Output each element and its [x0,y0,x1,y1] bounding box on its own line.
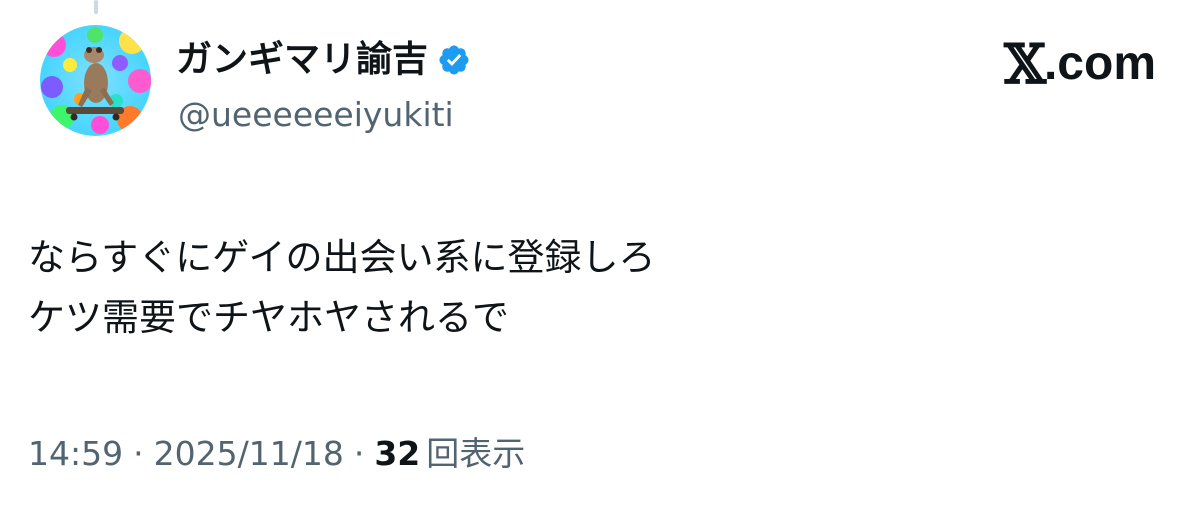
meta-separator: · [133,434,144,473]
view-count-label[interactable]: 回表示 [426,432,525,476]
meta-separator: · [353,434,365,473]
author-handle[interactable]: @ueeeeeeiyukiti [178,95,454,135]
tweet-text-line: ケツ需要でチヤホヤされるで [28,296,509,339]
tweet-date[interactable]: 2025/11/18 [154,432,344,476]
tweet-meta: 14:59 · 2025/11/18 · 32 回表示 [28,432,525,476]
view-count[interactable]: 32 [374,432,420,476]
tweet-text: ならすぐにゲイの出会い系に登録しろ ケツ需要でチヤホヤされるで [28,228,1168,348]
thread-connector-line [94,0,98,14]
tweet-text-line: ならすぐにゲイの出会い系に登録しろ [28,236,656,279]
avatar[interactable] [40,25,151,136]
x-com-logo: 𝕏 .com [1004,32,1156,96]
tweet-time[interactable]: 14:59 [28,432,123,476]
author-display-name-row[interactable]: ガンギマリ諭吉 [176,38,471,82]
frog-on-skateboard-avatar-icon [40,25,151,136]
verified-badge-icon[interactable] [437,43,471,77]
brand-domain-text: .com [1043,37,1156,90]
author-display-name[interactable]: ガンギマリ諭吉 [176,38,428,82]
x-logo-icon: 𝕏 [1004,32,1046,96]
